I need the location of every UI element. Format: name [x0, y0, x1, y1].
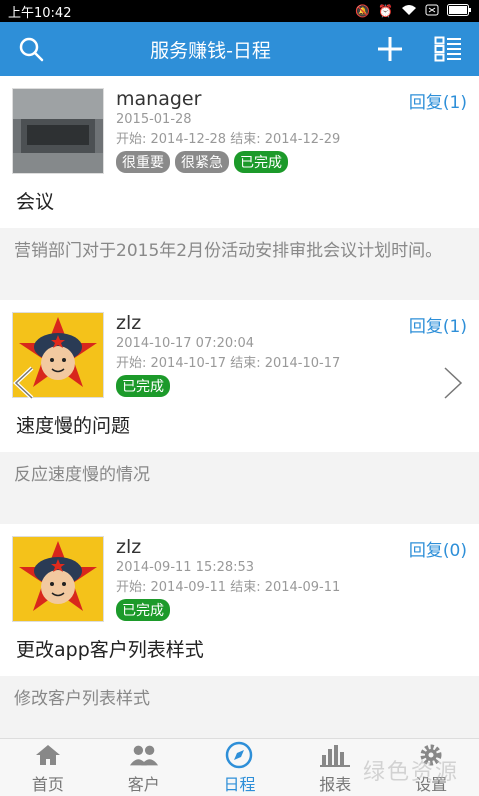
tab-label: 报表: [319, 774, 352, 794]
avatar: [12, 536, 104, 622]
date-range: 开始: 2014-09-11 结束: 2014-09-11: [116, 580, 341, 595]
search-button[interactable]: [14, 32, 48, 66]
prev-arrow-button[interactable]: [10, 365, 38, 401]
status-icons: 🔕 ⏰: [355, 3, 471, 19]
compass-icon: [224, 741, 254, 769]
list-icon: [434, 36, 461, 62]
chart-icon: [320, 741, 351, 769]
chevron-left-icon: [13, 366, 34, 400]
page-title: 服务赚钱-日程: [150, 39, 271, 62]
status-bar: 上午10:42 🔕 ⏰: [0, 0, 479, 22]
plus-icon: [377, 37, 402, 61]
date-range: 开始: 2014-10-17 结束: 2014-10-17: [116, 356, 341, 371]
tab-label: 客户: [127, 774, 160, 794]
reply-link[interactable]: 回复(1): [409, 312, 467, 337]
tab-label: 首页: [31, 774, 64, 794]
search-icon: [19, 37, 44, 62]
card-description: 营销部门对于2015年2月份活动安排审批会议计划时间。: [0, 228, 479, 290]
tag-important: 很重要: [116, 151, 170, 173]
created-date: 2015-01-28: [116, 112, 192, 127]
mute-icon: 🔕: [355, 4, 371, 18]
tab-schedule[interactable]: 日程: [192, 739, 288, 796]
tag-urgent: 很紧急: [175, 151, 229, 173]
add-button[interactable]: [373, 32, 407, 66]
date-range: 开始: 2014-12-28 结束: 2014-12-29: [116, 132, 341, 147]
tab-customers[interactable]: 客户: [96, 739, 192, 796]
schedule-feed[interactable]: manager 2015-01-28 开始: 2014-12-28 结束: 20…: [0, 76, 479, 738]
tab-label: 日程: [223, 774, 256, 794]
schedule-card[interactable]: zlz 2014-09-11 15:28:53 开始: 2014-09-11 结…: [0, 524, 479, 738]
created-date: 2014-10-17 07:20:04: [116, 336, 255, 351]
created-date: 2014-09-11 15:28:53: [116, 560, 255, 575]
sim-icon: [425, 4, 439, 19]
card-title: 速度慢的问题: [16, 415, 131, 437]
card-description: 修改客户列表样式: [0, 676, 479, 738]
home-icon: [33, 741, 63, 769]
status-time: 上午10:42: [8, 5, 72, 21]
alarm-icon: ⏰: [378, 4, 393, 18]
tag-list: 很重要 很紧急 已完成: [116, 151, 467, 173]
wifi-icon: [401, 4, 417, 19]
list-view-button[interactable]: [431, 32, 465, 66]
customers-icon: [129, 741, 159, 769]
schedule-card[interactable]: zlz 2014-10-17 07:20:04 开始: 2014-10-17 结…: [0, 300, 479, 514]
tag-list: 已完成: [116, 599, 467, 621]
card-header: zlz 2014-10-17 07:20:04 开始: 2014-10-17 结…: [0, 300, 479, 398]
reply-link[interactable]: 回复(0): [409, 536, 467, 561]
chevron-right-icon: [443, 366, 464, 400]
card-title: 更改app客户列表样式: [16, 639, 204, 661]
avatar: [12, 88, 104, 174]
tag-list: 已完成: [116, 375, 467, 397]
next-arrow-button[interactable]: [439, 365, 467, 401]
tag-completed: 已完成: [116, 375, 170, 397]
schedule-card[interactable]: manager 2015-01-28 开始: 2014-12-28 结束: 20…: [0, 76, 479, 290]
card-header: manager 2015-01-28 开始: 2014-12-28 结束: 20…: [0, 76, 479, 174]
app-header: 服务赚钱-日程: [0, 22, 479, 76]
card-description: 反应速度慢的情况: [0, 452, 479, 514]
battery-icon: [447, 3, 471, 19]
tag-completed: 已完成: [116, 599, 170, 621]
card-header: zlz 2014-09-11 15:28:53 开始: 2014-09-11 结…: [0, 524, 479, 622]
watermark: 绿色资源: [362, 760, 459, 785]
reply-link[interactable]: 回复(1): [409, 88, 467, 113]
tab-home[interactable]: 首页: [0, 739, 96, 796]
card-title: 会议: [16, 191, 55, 213]
tag-completed: 已完成: [234, 151, 288, 173]
